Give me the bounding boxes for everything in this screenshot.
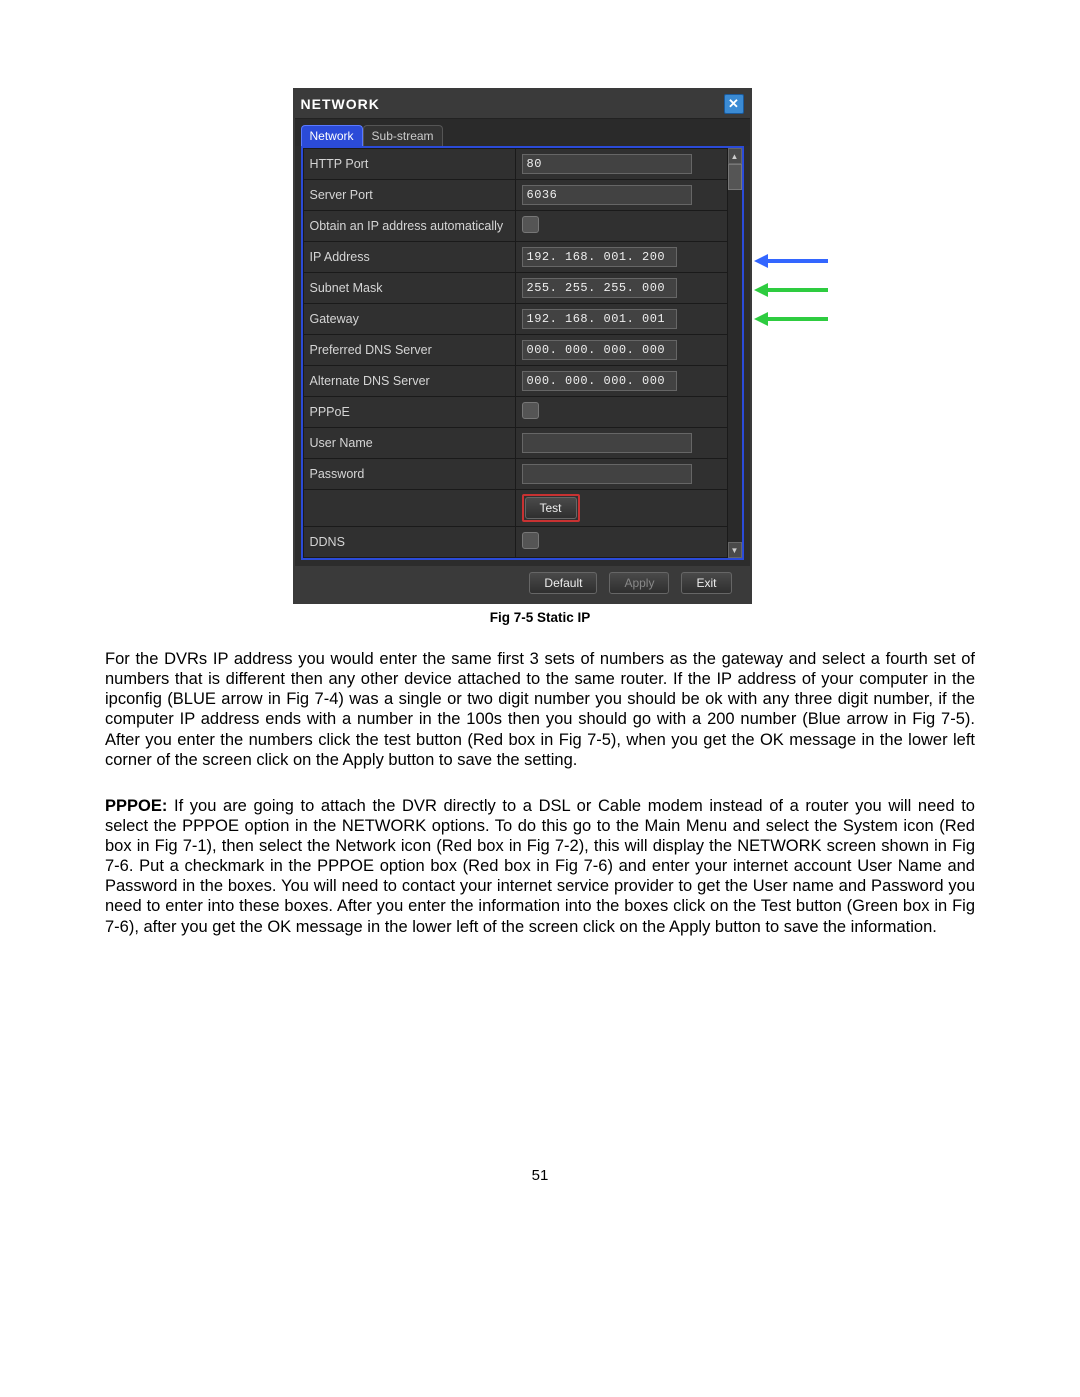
scrollbar-vertical[interactable]: ▲ ▼ — [727, 148, 742, 558]
pppoe-heading: PPPOE: — [105, 797, 167, 815]
page-number: 51 — [105, 1167, 975, 1184]
input-pref-dns[interactable] — [522, 340, 677, 360]
scroll-up-icon[interactable]: ▲ — [728, 148, 742, 164]
label-alt-dns: Alternate DNS Server — [303, 366, 515, 397]
row-user-name: User Name — [303, 428, 727, 459]
row-test: Test — [303, 490, 727, 527]
label-password: Password — [303, 459, 515, 490]
paragraph-static-ip: For the DVRs IP address you would enter … — [105, 649, 975, 770]
input-gateway[interactable] — [522, 309, 677, 329]
input-server-port[interactable] — [522, 185, 692, 205]
row-auto-ip: Obtain an IP address automatically — [303, 211, 727, 242]
scroll-down-icon[interactable]: ▼ — [728, 542, 742, 558]
checkbox-pppoe[interactable] — [522, 402, 539, 419]
label-pref-dns: Preferred DNS Server — [303, 335, 515, 366]
row-pref-dns: Preferred DNS Server — [303, 335, 727, 366]
label-subnet-mask: Subnet Mask — [303, 273, 515, 304]
label-gateway: Gateway — [303, 304, 515, 335]
settings-table: HTTP Port Server Port Obtain an IP addre… — [303, 148, 728, 558]
close-icon[interactable]: ✕ — [724, 94, 744, 114]
input-alt-dns[interactable] — [522, 371, 677, 391]
row-password: Password — [303, 459, 727, 490]
exit-button[interactable]: Exit — [681, 572, 731, 594]
row-subnet-mask: Subnet Mask — [303, 273, 727, 304]
scroll-thumb[interactable] — [728, 164, 742, 190]
network-dialog: NETWORK ✕ Network Sub-stream HTTP Port S… — [293, 88, 752, 604]
row-pppoe: PPPoE — [303, 397, 727, 428]
default-button[interactable]: Default — [529, 572, 597, 594]
row-ip-address: IP Address — [303, 242, 727, 273]
label-ddns: DDNS — [303, 527, 515, 558]
scroll-track[interactable] — [728, 190, 742, 542]
checkbox-auto-ip[interactable] — [522, 216, 539, 233]
label-ip-address: IP Address — [303, 242, 515, 273]
dialog-footer: Default Apply Exit — [295, 566, 750, 602]
settings-panel: HTTP Port Server Port Obtain an IP addre… — [301, 146, 744, 560]
input-http-port[interactable] — [522, 154, 692, 174]
test-button[interactable]: Test — [525, 497, 577, 519]
label-user-name: User Name — [303, 428, 515, 459]
input-ip-address[interactable] — [522, 247, 677, 267]
row-ddns: DDNS — [303, 527, 727, 558]
pppoe-body: If you are going to attach the DVR direc… — [105, 797, 975, 936]
label-http-port: HTTP Port — [303, 149, 515, 180]
figure-caption: Fig 7-5 Static IP — [105, 610, 975, 625]
tab-substream[interactable]: Sub-stream — [363, 125, 443, 146]
label-server-port: Server Port — [303, 180, 515, 211]
input-subnet-mask[interactable] — [522, 278, 677, 298]
paragraph-pppoe: PPPOE: If you are going to attach the DV… — [105, 796, 975, 937]
input-user-name[interactable] — [522, 433, 692, 453]
row-http-port: HTTP Port — [303, 149, 727, 180]
checkbox-ddns[interactable] — [522, 532, 539, 549]
title-bar: NETWORK ✕ — [295, 90, 750, 119]
tab-row: Network Sub-stream — [295, 119, 750, 146]
apply-button[interactable]: Apply — [609, 572, 669, 594]
row-gateway: Gateway — [303, 304, 727, 335]
document-page: NETWORK ✕ Network Sub-stream HTTP Port S… — [0, 0, 1080, 1244]
input-password[interactable] — [522, 464, 692, 484]
row-alt-dns: Alternate DNS Server — [303, 366, 727, 397]
window-title: NETWORK — [301, 96, 380, 112]
figure-container: NETWORK ✕ Network Sub-stream HTTP Port S… — [293, 88, 788, 604]
row-server-port: Server Port — [303, 180, 727, 211]
test-highlight: Test — [522, 494, 580, 522]
label-auto-ip: Obtain an IP address automatically — [303, 211, 515, 242]
tab-network[interactable]: Network — [301, 125, 363, 146]
label-pppoe: PPPoE — [303, 397, 515, 428]
